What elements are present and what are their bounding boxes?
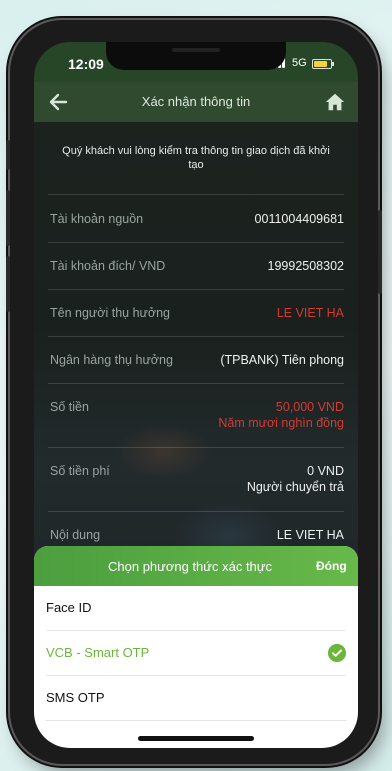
home-indicator[interactable] [138,736,254,741]
divider [48,511,344,512]
fee-label: Số tiền phí [50,464,110,478]
sheet-title: Chọn phương thức xác thực [108,559,272,574]
source-account-label: Tài khoản nguồn [50,212,144,226]
page-title: Xác nhận thông tin [141,94,251,109]
auth-option-sms-otp[interactable]: SMS OTP [46,676,346,720]
battery-icon [312,59,334,69]
auth-method-sheet: Chọn phương thức xác thực Đóng Face ID V… [34,546,358,748]
auth-option-smart-otp[interactable]: VCB - Smart OTP [46,631,346,675]
amount-value: 50,000 VND [275,400,344,414]
mute-switch [6,140,10,170]
notice-text: Quý khách vui lòng kiểm tra thông tin gi… [62,145,330,171]
dest-account-label: Tài khoản đích/ VND [50,259,166,273]
fee-payer: Người chuyển trả [246,480,344,494]
fee-value: 0 VND [307,464,344,478]
divider [48,383,344,384]
home-icon[interactable] [324,91,346,113]
divider [46,720,346,721]
divider [48,242,344,243]
amount-label: Số tiền [50,400,89,414]
status-time: 12:09 [68,56,104,72]
divider [48,289,344,290]
volume-down-button [6,256,10,312]
amount-in-words: Năm mươi nghìn đồng [218,416,344,430]
notch [106,42,286,70]
content-label: Nội dung [50,528,101,542]
divider [48,447,344,448]
auth-option-face-id[interactable]: Face ID [46,586,346,630]
auth-option-label: Face ID [46,600,92,615]
beneficiary-name-label: Tên người thụ hưởng [50,306,171,320]
speaker-grille [172,48,220,52]
check-circle-icon [328,644,346,662]
power-button [378,210,382,294]
beneficiary-bank-value: (TPBANK) Tiên phong [220,353,344,367]
auth-option-label: VCB - Smart OTP [46,645,150,660]
source-account-value: 0011004409681 [254,212,344,226]
auth-option-label: SMS OTP [46,690,105,705]
dest-account-value: 19992508302 [267,259,344,273]
battery-level [314,61,327,67]
beneficiary-name-value: LE VIET HA [276,306,344,320]
network-type: 5G [292,57,307,69]
divider [48,194,344,195]
sheet-header: Chọn phương thức xác thực Đóng [34,546,358,586]
close-button[interactable]: Đóng [316,559,347,573]
divider [48,336,344,337]
volume-up-button [6,190,10,246]
app-header: Xác nhận thông tin [34,82,358,122]
app-screen: 12:09 5G Xác nhận thông tin Quý khách vu… [34,42,358,748]
beneficiary-bank-label: Ngân hàng thụ hưởng [50,353,173,367]
content-value: LE VIET HA [276,528,344,542]
